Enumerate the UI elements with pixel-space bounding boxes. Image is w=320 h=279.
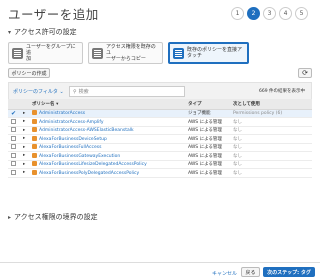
page-title: ユーザーを追加 [8, 7, 99, 22]
policy-used-as: なし [230, 117, 312, 127]
expand-icon[interactable]: ▸ [20, 168, 29, 178]
option-attach-policies[interactable]: 既存のポリシーを直接ア タッチ [168, 42, 249, 64]
row-checkbox[interactable] [11, 127, 16, 133]
row-checkbox[interactable] [11, 161, 16, 167]
next-step-button[interactable]: 次のステップ: タグ [263, 267, 315, 277]
policy-type: AWS による管理 [185, 143, 230, 152]
option-add-to-group[interactable]: ユーザーをグループに追 加 [8, 42, 83, 64]
option-copy-from-user[interactable]: アクセス権限を既存のユ ーザーからコピー [88, 42, 163, 64]
step-2: 2 [247, 7, 260, 20]
row-checkbox[interactable] [11, 169, 16, 175]
policy-used-as: なし [230, 151, 312, 161]
table-row[interactable]: ▸ AdministratorAccess-AWSElasticBeanstalk… [8, 126, 312, 135]
row-checkbox[interactable] [11, 144, 16, 150]
table-row[interactable]: ▸ AlexaForBusinessGatewayExecution AWS による… [8, 151, 312, 161]
policy-type: AWS による管理 [185, 126, 230, 135]
policy-type: AWS による管理 [185, 117, 230, 127]
policy-type: AWS による管理 [185, 168, 230, 178]
group-icon [12, 47, 23, 59]
policy-filter-dropdown[interactable]: ポリシーのフィルタ ⌄ [13, 88, 64, 95]
step-5[interactable]: 5 [295, 7, 308, 20]
caret-down-icon: ▾ [8, 28, 12, 36]
column-header-type[interactable]: タイプ [185, 99, 230, 110]
policy-name[interactable]: AdministratorAccess [39, 111, 85, 116]
table-row[interactable]: ▸ AdministratorAccess-Amplify AWS による管理 なし [8, 117, 312, 127]
policy-icon [32, 110, 37, 116]
policy-name[interactable]: AlexaForBusinessDeviceSetup [39, 137, 107, 142]
column-header-used-as[interactable]: 次として使用 [230, 99, 312, 110]
step-4[interactable]: 4 [279, 7, 292, 20]
expand-icon[interactable]: ▸ [20, 109, 29, 118]
policy-icon [32, 135, 37, 141]
row-checkbox[interactable] [11, 118, 16, 124]
boundary-section-header[interactable]: ▸ アクセス権限の境界の設定 [8, 212, 98, 222]
expand-icon[interactable]: ▸ [20, 143, 29, 152]
policy-used-as: なし [230, 168, 312, 178]
policy-toolbar: ポリシーのフィルタ ⌄ ⚲ 検索 669 件の結果を表示中 [8, 82, 312, 100]
expand-icon[interactable]: ▸ [20, 117, 29, 127]
policy-name[interactable]: AlexaForBusinessPolyDelegatedAccessPolic… [39, 171, 139, 176]
user-icon [92, 47, 103, 59]
row-checkbox[interactable] [11, 135, 16, 141]
caret-right-icon: ▸ [8, 213, 12, 221]
policy-icon [32, 144, 37, 150]
policy-used-as: なし [230, 126, 312, 135]
policy-name[interactable]: AlexaForBusinessLifesizeDelegatedAccessP… [39, 162, 147, 167]
policy-used-as: なし [230, 143, 312, 152]
policy-type: AWS による管理 [185, 160, 230, 169]
policy-type: ジョブ機能 [185, 109, 230, 118]
checked-checkbox[interactable]: ✔ [11, 110, 16, 117]
policy-table: ポリシー名 ▾ タイプ 次として使用 ✔ ▸ AdministratorAccess… [8, 99, 312, 178]
policy-used-as: なし [230, 160, 312, 169]
table-row[interactable]: ▸ AlexaForBusinessLifesizeDelegatedAccess… [8, 160, 312, 169]
step-indicator: 1 2 3 4 5 [231, 7, 308, 20]
expand-icon[interactable]: ▸ [20, 151, 29, 161]
permission-options: ユーザーをグループに追 加 アクセス権限を既存のユ ーザーからコピー 既存のポリ… [8, 42, 249, 64]
result-count: 669 件の結果を表示中 [258, 89, 305, 94]
policy-icon [32, 161, 37, 167]
search-icon: ⚲ [73, 88, 77, 95]
table-row[interactable]: ✔ ▸ AdministratorAccess ジョブ機能 Permissions po… [8, 109, 312, 118]
policy-name[interactable]: AdministratorAccess-Amplify [39, 120, 104, 125]
policy-icon [32, 127, 37, 133]
expand-icon[interactable]: ▸ [20, 126, 29, 135]
step-3[interactable]: 3 [263, 7, 276, 20]
table-row[interactable]: ▸ AlexaForBusinessPolyDelegatedAccessPoli… [8, 168, 312, 178]
expand-icon[interactable]: ▸ [20, 134, 29, 144]
cancel-button[interactable]: キャンセル [212, 270, 237, 277]
back-button[interactable]: 戻る [241, 267, 260, 277]
policy-icon [32, 152, 37, 158]
policy-icon [32, 118, 37, 124]
refresh-icon[interactable]: ⟳ [298, 68, 312, 78]
row-checkbox[interactable] [11, 152, 16, 158]
policy-name[interactable]: AlexaForBusinessGatewayExecution [39, 154, 120, 159]
policy-used-as: なし [230, 134, 312, 144]
expand-icon[interactable]: ▸ [20, 160, 29, 169]
policy-icon [32, 169, 37, 175]
document-icon [173, 47, 184, 59]
step-1[interactable]: 1 [231, 7, 244, 20]
table-row[interactable]: ▸ AlexaForBusinessDeviceSetup AWS による管理 なし [8, 134, 312, 144]
policy-name[interactable]: AlexaForBusinessFullAccess [39, 145, 101, 150]
policy-type: AWS による管理 [185, 134, 230, 144]
table-row[interactable]: ▸ AlexaForBusinessFullAccess AWS による管理 なし [8, 143, 312, 152]
search-input[interactable]: ⚲ 検索 [69, 86, 185, 97]
policy-name[interactable]: AdministratorAccess-AWSElasticBeanstalk [39, 128, 134, 133]
create-policy-button[interactable]: ポリシーの作成 [8, 68, 50, 78]
column-header-name[interactable]: ポリシー名 ▾ [29, 99, 185, 110]
policy-type: AWS による管理 [185, 151, 230, 161]
policy-used-as: Permissions policy (6) [230, 109, 312, 118]
permissions-section-header[interactable]: ▾ アクセス許可の設定 [8, 27, 77, 37]
footer-divider [0, 262, 320, 263]
boundary-section-title: アクセス権限の境界の設定 [14, 213, 98, 221]
permissions-section-title: アクセス許可の設定 [14, 28, 77, 36]
